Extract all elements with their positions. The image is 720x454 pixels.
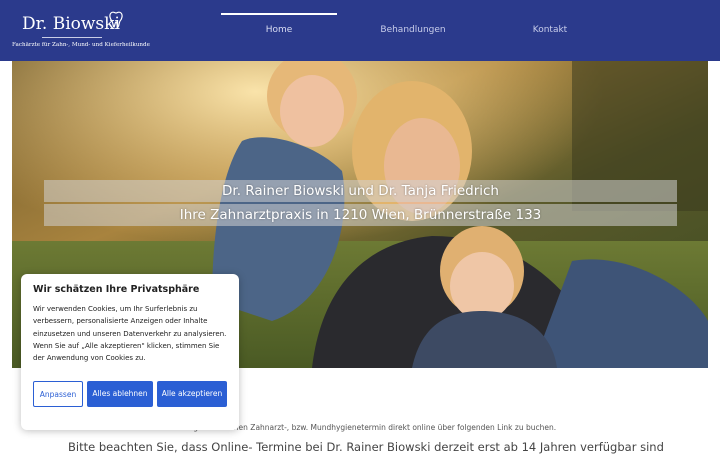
tooth-icon [109, 11, 123, 28]
hero-headline: Dr. Rainer Biowski und Dr. Tanja Friedri… [44, 180, 677, 202]
cookie-body: Wir verwenden Cookies, um Ihr Surferlebn… [33, 305, 227, 363]
nav-behandlungen[interactable]: Behandlungen [370, 0, 456, 61]
logo-subtitle: Fachärzte für Zahn-, Mund- und Kieferhei… [12, 42, 150, 48]
logo-divider [42, 37, 102, 38]
customize-button[interactable]: Anpassen [33, 381, 83, 407]
accept-all-button[interactable]: Alle akzeptieren [157, 381, 227, 407]
cookie-banner: Wir schätzen Ihre Privatsphäre Wir verwe… [21, 274, 239, 430]
site-header: Dr. Biowski Fachärzte für Zahn-, Mund- u… [0, 0, 720, 61]
note-text: Bitte beachten Sie, dass Online- Termine… [68, 440, 664, 454]
nav-home[interactable]: Home [221, 0, 337, 61]
logo-name: Dr. Biowski [22, 14, 120, 34]
nav-kontakt[interactable]: Kontakt [520, 0, 580, 61]
logo[interactable]: Dr. Biowski Fachärzte für Zahn-, Mund- u… [12, 10, 150, 54]
reject-all-button[interactable]: Alles ablehnen [87, 381, 153, 407]
hero-subheadline: Ihre Zahnarztpraxis in 1210 Wien, Brünne… [44, 204, 677, 226]
cookie-title: Wir schätzen Ihre Privatsphäre [33, 284, 200, 295]
